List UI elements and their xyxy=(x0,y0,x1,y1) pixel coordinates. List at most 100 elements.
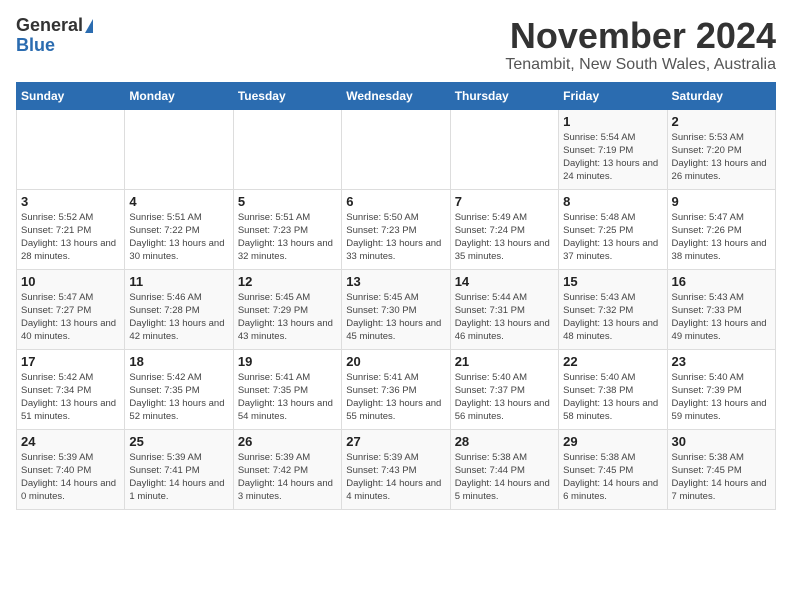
calendar-cell: 8 Sunrise: 5:48 AM Sunset: 7:25 PM Daylig… xyxy=(559,189,667,269)
day-number: 6 xyxy=(346,194,445,209)
day-info: Sunrise: 5:43 AM Sunset: 7:33 PM Dayligh… xyxy=(672,291,771,344)
calendar-cell xyxy=(450,109,558,189)
day-number: 19 xyxy=(238,354,337,369)
calendar-cell: 14 Sunrise: 5:44 AM Sunset: 7:31 PM Dayli… xyxy=(450,269,558,349)
column-header-tuesday: Tuesday xyxy=(233,82,341,109)
day-number: 3 xyxy=(21,194,120,209)
calendar-cell xyxy=(342,109,450,189)
day-number: 23 xyxy=(672,354,771,369)
day-number: 22 xyxy=(563,354,662,369)
calendar-cell: 23 Sunrise: 5:40 AM Sunset: 7:39 PM Dayli… xyxy=(667,349,775,429)
calendar-cell xyxy=(125,109,233,189)
day-info: Sunrise: 5:39 AM Sunset: 7:43 PM Dayligh… xyxy=(346,451,445,504)
day-number: 7 xyxy=(455,194,554,209)
day-info: Sunrise: 5:45 AM Sunset: 7:29 PM Dayligh… xyxy=(238,291,337,344)
day-info: Sunrise: 5:42 AM Sunset: 7:34 PM Dayligh… xyxy=(21,371,120,424)
calendar-cell: 26 Sunrise: 5:39 AM Sunset: 7:42 PM Dayli… xyxy=(233,429,341,509)
day-number: 8 xyxy=(563,194,662,209)
day-number: 26 xyxy=(238,434,337,449)
day-info: Sunrise: 5:40 AM Sunset: 7:39 PM Dayligh… xyxy=(672,371,771,424)
day-number: 29 xyxy=(563,434,662,449)
day-info: Sunrise: 5:40 AM Sunset: 7:37 PM Dayligh… xyxy=(455,371,554,424)
calendar-week-row: 3 Sunrise: 5:52 AM Sunset: 7:21 PM Daylig… xyxy=(17,189,776,269)
calendar-cell: 4 Sunrise: 5:51 AM Sunset: 7:22 PM Daylig… xyxy=(125,189,233,269)
calendar-week-row: 1 Sunrise: 5:54 AM Sunset: 7:19 PM Daylig… xyxy=(17,109,776,189)
day-info: Sunrise: 5:44 AM Sunset: 7:31 PM Dayligh… xyxy=(455,291,554,344)
calendar-header-row: SundayMondayTuesdayWednesdayThursdayFrid… xyxy=(17,82,776,109)
day-number: 14 xyxy=(455,274,554,289)
day-number: 28 xyxy=(455,434,554,449)
day-info: Sunrise: 5:39 AM Sunset: 7:40 PM Dayligh… xyxy=(21,451,120,504)
calendar-cell: 28Sunrise: 5:38 AM Sunset: 7:44 PM Dayli… xyxy=(450,429,558,509)
calendar-cell: 2Sunrise: 5:53 AM Sunset: 7:20 PM Daylig… xyxy=(667,109,775,189)
day-number: 2 xyxy=(672,114,771,129)
day-number: 4 xyxy=(129,194,228,209)
day-number: 24 xyxy=(21,434,120,449)
calendar-month-title: November 2024 xyxy=(505,16,776,56)
calendar-cell xyxy=(17,109,125,189)
day-info: Sunrise: 5:49 AM Sunset: 7:24 PM Dayligh… xyxy=(455,211,554,264)
day-number: 5 xyxy=(238,194,337,209)
day-info: Sunrise: 5:51 AM Sunset: 7:22 PM Dayligh… xyxy=(129,211,228,264)
day-info: Sunrise: 5:52 AM Sunset: 7:21 PM Dayligh… xyxy=(21,211,120,264)
day-info: Sunrise: 5:42 AM Sunset: 7:35 PM Dayligh… xyxy=(129,371,228,424)
column-header-sunday: Sunday xyxy=(17,82,125,109)
column-header-saturday: Saturday xyxy=(667,82,775,109)
calendar-cell: 27 Sunrise: 5:39 AM Sunset: 7:43 PM Dayli… xyxy=(342,429,450,509)
day-info: Sunrise: 5:46 AM Sunset: 7:28 PM Dayligh… xyxy=(129,291,228,344)
column-header-wednesday: Wednesday xyxy=(342,82,450,109)
day-info: Sunrise: 5:41 AM Sunset: 7:36 PM Dayligh… xyxy=(346,371,445,424)
day-info: Sunrise: 5:39 AM Sunset: 7:41 PM Dayligh… xyxy=(129,451,228,504)
column-header-monday: Monday xyxy=(125,82,233,109)
day-number: 20 xyxy=(346,354,445,369)
calendar-cell: 16 Sunrise: 5:43 AM Sunset: 7:33 PM Dayli… xyxy=(667,269,775,349)
day-info: Sunrise: 5:54 AM Sunset: 7:19 PM Dayligh… xyxy=(563,131,662,184)
day-number: 9 xyxy=(672,194,771,209)
day-number: 1 xyxy=(563,114,662,129)
day-info: Sunrise: 5:51 AM Sunset: 7:23 PM Dayligh… xyxy=(238,211,337,264)
day-info: Sunrise: 5:47 AM Sunset: 7:26 PM Dayligh… xyxy=(672,211,771,264)
day-number: 12 xyxy=(238,274,337,289)
logo-blue-text: Blue xyxy=(16,35,55,55)
calendar-cell: 12 Sunrise: 5:45 AM Sunset: 7:29 PM Dayli… xyxy=(233,269,341,349)
day-number: 30 xyxy=(672,434,771,449)
calendar-cell: 18 Sunrise: 5:42 AM Sunset: 7:35 PM Dayli… xyxy=(125,349,233,429)
calendar-cell: 11Sunrise: 5:46 AM Sunset: 7:28 PM Dayli… xyxy=(125,269,233,349)
day-info: Sunrise: 5:50 AM Sunset: 7:23 PM Dayligh… xyxy=(346,211,445,264)
page-header: General Blue November 2024 Tenambit, New… xyxy=(16,16,776,74)
day-info: Sunrise: 5:45 AM Sunset: 7:30 PM Dayligh… xyxy=(346,291,445,344)
day-number: 27 xyxy=(346,434,445,449)
calendar-week-row: 10 Sunrise: 5:47 AM Sunset: 7:27 PM Dayli… xyxy=(17,269,776,349)
day-number: 13 xyxy=(346,274,445,289)
day-info: Sunrise: 5:40 AM Sunset: 7:38 PM Dayligh… xyxy=(563,371,662,424)
calendar-cell: 1 Sunrise: 5:54 AM Sunset: 7:19 PM Daylig… xyxy=(559,109,667,189)
logo: General Blue xyxy=(16,16,93,56)
day-number: 15 xyxy=(563,274,662,289)
day-number: 21 xyxy=(455,354,554,369)
calendar-cell: 24 Sunrise: 5:39 AM Sunset: 7:40 PM Dayli… xyxy=(17,429,125,509)
day-info: Sunrise: 5:38 AM Sunset: 7:45 PM Dayligh… xyxy=(672,451,771,504)
calendar-location: Tenambit, New South Wales, Australia xyxy=(505,56,776,74)
calendar-cell: 5 Sunrise: 5:51 AM Sunset: 7:23 PM Daylig… xyxy=(233,189,341,269)
day-info: Sunrise: 5:47 AM Sunset: 7:27 PM Dayligh… xyxy=(21,291,120,344)
day-number: 16 xyxy=(672,274,771,289)
calendar-cell: 30 Sunrise: 5:38 AM Sunset: 7:45 PM Dayli… xyxy=(667,429,775,509)
day-info: Sunrise: 5:43 AM Sunset: 7:32 PM Dayligh… xyxy=(563,291,662,344)
calendar-cell: 10 Sunrise: 5:47 AM Sunset: 7:27 PM Dayli… xyxy=(17,269,125,349)
day-info: Sunrise: 5:48 AM Sunset: 7:25 PM Dayligh… xyxy=(563,211,662,264)
calendar-cell: 6 Sunrise: 5:50 AM Sunset: 7:23 PM Daylig… xyxy=(342,189,450,269)
day-number: 10 xyxy=(21,274,120,289)
calendar-cell xyxy=(233,109,341,189)
day-number: 18 xyxy=(129,354,228,369)
day-number: 25 xyxy=(129,434,228,449)
calendar-cell: 13 Sunrise: 5:45 AM Sunset: 7:30 PM Dayli… xyxy=(342,269,450,349)
column-header-friday: Friday xyxy=(559,82,667,109)
calendar-cell: 21 Sunrise: 5:40 AM Sunset: 7:37 PM Dayli… xyxy=(450,349,558,429)
day-number: 17 xyxy=(21,354,120,369)
calendar-cell: 20 Sunrise: 5:41 AM Sunset: 7:36 PM Dayli… xyxy=(342,349,450,429)
day-info: Sunrise: 5:39 AM Sunset: 7:42 PM Dayligh… xyxy=(238,451,337,504)
calendar-title-area: November 2024 Tenambit, New South Wales,… xyxy=(505,16,776,74)
calendar-week-row: 17 Sunrise: 5:42 AM Sunset: 7:34 PM Dayli… xyxy=(17,349,776,429)
calendar-cell: 7 Sunrise: 5:49 AM Sunset: 7:24 PM Daylig… xyxy=(450,189,558,269)
logo-icon xyxy=(85,19,93,33)
